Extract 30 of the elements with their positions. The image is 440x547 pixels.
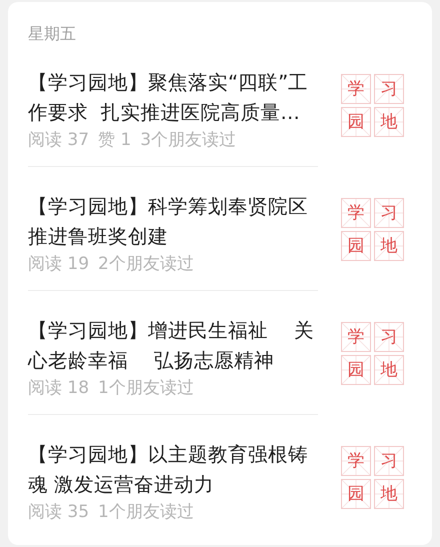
- article-stat: 赞 1: [98, 129, 132, 152]
- article-title[interactable]: 【学习园地】增进民生福祉 关心老龄幸福 弘扬志愿精神: [28, 316, 318, 376]
- article-stat: 阅读 19: [28, 253, 90, 276]
- grid-character: 学: [341, 74, 371, 104]
- grid-character: 习: [374, 322, 404, 352]
- grid-character: 习: [374, 74, 404, 104]
- grid-character: 地: [374, 107, 404, 137]
- grid-character: 地: [374, 355, 404, 385]
- grid-character: 地: [374, 231, 404, 261]
- grid-character: 园: [341, 355, 371, 385]
- article-stat: 阅读 35: [28, 501, 90, 524]
- article-stat: 阅读 18: [28, 377, 90, 400]
- grid-character: 园: [341, 231, 371, 261]
- grid-character: 习: [374, 446, 404, 476]
- article-stat: 1个朋友读过: [98, 501, 194, 524]
- grid-character: 地: [374, 479, 404, 509]
- grid-character: 学: [341, 198, 371, 228]
- article-stat: 2个朋友读过: [98, 253, 194, 276]
- article-title[interactable]: 【学习园地】以主题教育强根铸魂 激发运营奋进动力: [28, 440, 318, 500]
- article-title[interactable]: 【学习园地】科学筹划奉贤院区推进鲁班奖创建: [28, 192, 318, 252]
- article-stat: 1个朋友读过: [98, 377, 194, 400]
- grid-character: 学: [341, 322, 371, 352]
- grid-character: 园: [341, 107, 371, 137]
- article-title[interactable]: 【学习园地】聚焦落实“四联”工作要求 扎实推进医院高质量…: [28, 68, 318, 128]
- article-stat: 阅读 37: [28, 129, 90, 152]
- day-label: 星期五: [28, 23, 76, 45]
- grid-character: 学: [341, 446, 371, 476]
- article-stat: 3个朋友读过: [140, 129, 236, 152]
- grid-character: 习: [374, 198, 404, 228]
- grid-character: 园: [341, 479, 371, 509]
